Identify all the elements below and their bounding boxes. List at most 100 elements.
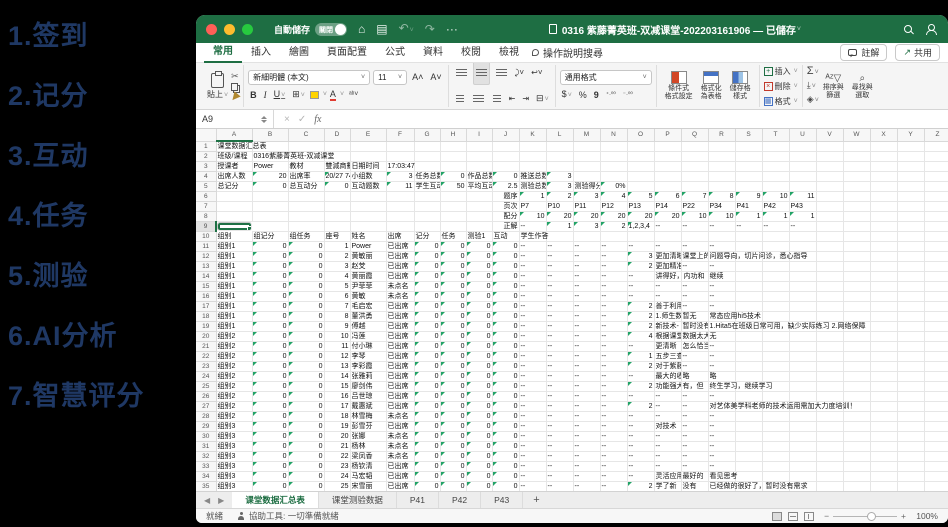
share-button[interactable]: ↗ 共用 <box>895 44 940 61</box>
grid-cell[interactable] <box>816 331 844 342</box>
grid-cell[interactable]: 5 <box>324 281 351 292</box>
grid-cell[interactable]: 0 <box>492 441 520 452</box>
grid-cell[interactable]: 功能强大 <box>654 381 682 392</box>
grid-cell[interactable]: -- <box>735 221 763 232</box>
grid-cell[interactable]: 3 <box>627 251 655 262</box>
grid-cell[interactable] <box>288 201 325 212</box>
grid-cell[interactable]: 0 <box>252 381 289 392</box>
next-sheet-icon[interactable]: ▶ <box>218 496 224 505</box>
grid-cell[interactable] <box>350 141 387 152</box>
grid-cell[interactable]: -- <box>519 291 547 302</box>
grid-cell[interactable]: 0 <box>492 351 520 362</box>
column-header-B[interactable]: B <box>252 129 289 142</box>
grid-cell[interactable] <box>897 241 925 252</box>
row-header-30[interactable]: 30 <box>196 431 217 442</box>
grid-cell[interactable] <box>924 241 948 252</box>
grid-cell[interactable] <box>897 451 925 462</box>
grid-cell[interactable]: -- <box>600 441 628 452</box>
grid-cell[interactable]: 0 <box>414 271 441 282</box>
grid-cell[interactable] <box>870 261 898 272</box>
grid-cell[interactable]: 0 <box>288 451 325 462</box>
grid-cell[interactable]: 暂时没有 <box>681 321 709 332</box>
grid-cell[interactable] <box>870 201 898 212</box>
grid-cell[interactable] <box>897 471 925 482</box>
grid-cell[interactable]: -- <box>573 391 601 402</box>
grid-cell[interactable]: -- <box>600 291 628 302</box>
grid-cell[interactable]: 暂无 <box>681 311 709 322</box>
grid-cell[interactable] <box>735 241 763 252</box>
grid-cell[interactable] <box>843 371 871 382</box>
grid-cell[interactable]: 0 <box>414 411 441 422</box>
grid-cell[interactable]: 组别2 <box>216 401 253 412</box>
grid-cell[interactable] <box>843 221 871 232</box>
grid-cell[interactable]: 3 <box>546 171 574 182</box>
grid-cell[interactable]: -- <box>519 471 547 482</box>
grid-cell[interactable]: 14 <box>324 371 351 382</box>
grid-cell[interactable]: 2 <box>324 251 351 262</box>
grid-cell[interactable]: 0 <box>252 351 289 362</box>
grid-cell[interactable] <box>573 171 601 182</box>
font-color-icon[interactable]: A <box>329 89 336 101</box>
grid-cell[interactable] <box>816 211 844 222</box>
grid-cell[interactable] <box>843 201 871 212</box>
grid-cell[interactable]: 0 <box>440 301 467 312</box>
grid-cell[interactable]: -- <box>627 291 655 302</box>
increase-indent-icon[interactable]: ⇥ <box>520 92 531 106</box>
grid-cell[interactable]: -- <box>708 361 736 372</box>
grid-cell[interactable]: 0 <box>414 251 441 262</box>
grid-cell[interactable]: 0 <box>288 261 325 272</box>
grid-cell[interactable]: 0 <box>466 241 493 252</box>
grid-cell[interactable] <box>843 431 871 442</box>
grid-cell[interactable]: 0 <box>414 341 441 352</box>
row-header-9[interactable]: 9 <box>196 221 217 232</box>
grid-cell[interactable] <box>870 361 898 372</box>
grid-cell[interactable]: -- <box>681 291 709 302</box>
grid-cell[interactable]: 已出席 <box>386 321 415 332</box>
grid-cell[interactable]: 组任务 <box>288 231 325 242</box>
worksheet-area[interactable]: A B C D E F G H I J K L M N O P Q R S T U V W X Y Z 1 课堂数据汇总表 2 班级/课程… <box>196 129 948 491</box>
grid-cell[interactable] <box>924 461 948 472</box>
grid-cell[interactable]: -- <box>573 431 601 442</box>
grid-cell[interactable]: -- <box>600 421 628 432</box>
grid-cell[interactable] <box>708 231 736 242</box>
grid-cell[interactable] <box>870 141 898 152</box>
grid-cell[interactable]: Power <box>252 161 289 172</box>
grid-cell[interactable] <box>870 281 898 292</box>
grid-cell[interactable]: 13 <box>324 361 351 372</box>
grid-cell[interactable] <box>627 161 655 172</box>
grid-cell[interactable]: 0 <box>440 171 467 182</box>
grid-cell[interactable] <box>414 191 441 202</box>
grid-cell[interactable] <box>843 211 871 222</box>
font-name-select[interactable]: 新細明體 (本文) ˅ <box>248 69 371 85</box>
grid-cell[interactable] <box>870 211 898 222</box>
grid-cell[interactable] <box>843 461 871 472</box>
grid-cell[interactable]: 0 <box>414 291 441 302</box>
grid-cell[interactable] <box>843 331 871 342</box>
grid-cell[interactable] <box>466 151 493 162</box>
grid-cell[interactable] <box>897 161 925 172</box>
grid-cell[interactable] <box>735 471 763 482</box>
grid-cell[interactable]: 0 <box>252 311 289 322</box>
grid-cell[interactable] <box>735 151 763 162</box>
grid-cell[interactable] <box>627 171 655 182</box>
grid-cell[interactable]: 0 <box>466 391 493 402</box>
grid-cell[interactable] <box>216 211 253 222</box>
grid-cell[interactable] <box>654 151 682 162</box>
grid-cell[interactable] <box>762 441 790 452</box>
column-header-O[interactable]: O <box>627 129 655 142</box>
grid-cell[interactable]: -- <box>627 241 655 252</box>
font-size-select[interactable]: 11 ˅ <box>373 69 408 85</box>
grid-cell[interactable]: 0 <box>440 311 467 322</box>
grid-cell[interactable]: -- <box>681 441 709 452</box>
grid-cell[interactable]: 题序 <box>492 191 520 202</box>
grid-cell[interactable] <box>288 221 325 232</box>
grid-cell[interactable] <box>654 171 682 182</box>
grid-cell[interactable]: -- <box>573 281 601 292</box>
grid-cell[interactable]: 22 <box>324 451 351 462</box>
grid-cell[interactable]: 组别2 <box>216 331 253 342</box>
grid-cell[interactable]: 更清晰 <box>654 341 682 352</box>
grid-cell[interactable]: -- <box>600 361 628 372</box>
grid-cell[interactable]: 已出席 <box>386 471 415 482</box>
grid-cell[interactable]: 0 <box>466 361 493 372</box>
grid-cell[interactable]: -- <box>519 311 547 322</box>
